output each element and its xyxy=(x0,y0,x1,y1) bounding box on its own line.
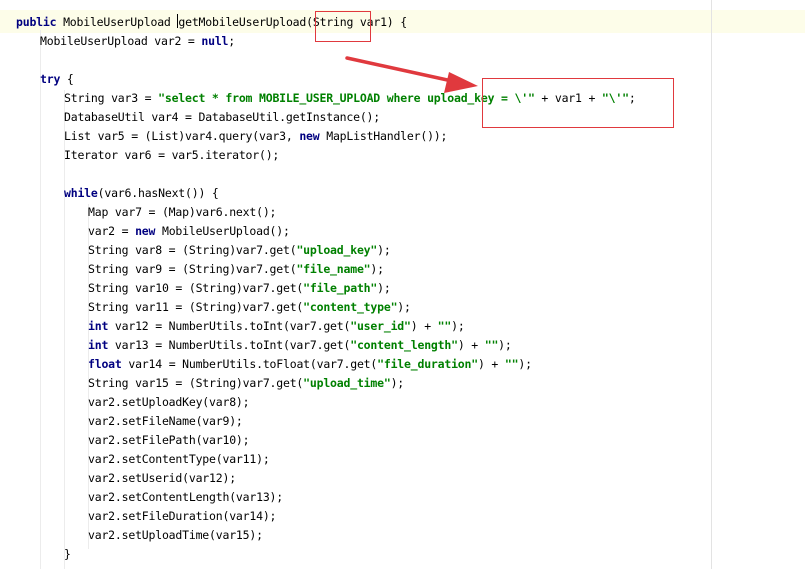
code-token: var12 = NumberUtils.toInt(var7.get( xyxy=(108,319,351,333)
code-token: ); xyxy=(451,319,465,333)
code-line[interactable]: List var5 = (List)var4.query(var3, new M… xyxy=(64,127,447,146)
keyword-token: while xyxy=(64,186,98,200)
indent-guide xyxy=(40,30,41,569)
code-token: ) + xyxy=(477,357,505,371)
code-line[interactable]: int var12 = NumberUtils.toInt(var7.get("… xyxy=(88,317,465,336)
code-line[interactable]: DatabaseUtil var4 = DatabaseUtil.getInst… xyxy=(64,108,380,127)
code-token: var2.setContentLength(var13); xyxy=(88,490,283,504)
code-token: ); xyxy=(518,357,532,371)
code-token: String var15 = (String)var7.get( xyxy=(88,376,304,390)
code-token: ) + xyxy=(410,319,438,333)
code-token: { xyxy=(60,72,74,86)
right-margin-guide xyxy=(711,0,712,569)
string-literal: "user_id" xyxy=(350,319,411,333)
code-line[interactable]: var2.setFileDuration(var14); xyxy=(88,507,276,526)
code-line[interactable]: var2.setUploadKey(var8); xyxy=(88,393,250,412)
code-line[interactable]: int var13 = NumberUtils.toInt(var7.get("… xyxy=(88,336,512,355)
code-token: String var9 = (String)var7.get( xyxy=(88,262,297,276)
code-token: ); xyxy=(498,338,512,352)
code-line[interactable]: try { xyxy=(40,70,74,89)
code-token: Map var7 = (Map)var6.next(); xyxy=(88,205,277,219)
string-literal: "" xyxy=(504,357,519,371)
code-line[interactable]: float var14 = NumberUtils.toFloat(var7.g… xyxy=(88,355,532,374)
code-token: String var8 = (String)var7.get( xyxy=(88,243,297,257)
code-token: var2 = xyxy=(88,224,136,238)
code-line[interactable]: MobileUserUpload var2 = null; xyxy=(40,32,235,51)
code-token: ); xyxy=(370,262,384,276)
code-token: String var11 = (String)var7.get( xyxy=(88,300,304,314)
code-token: var2.setUploadTime(var15); xyxy=(88,528,263,542)
string-literal: "content_length" xyxy=(350,338,458,352)
string-literal: "file_name" xyxy=(296,262,371,276)
code-token: ); xyxy=(397,300,411,314)
code-token: ) + xyxy=(457,338,485,352)
string-literal: "" xyxy=(437,319,452,333)
code-token: MobileUserUpload var2 = xyxy=(40,34,202,48)
code-line[interactable]: String var10 = (String)var7.get("file_pa… xyxy=(88,279,391,298)
keyword-token: new xyxy=(299,129,320,143)
code-line[interactable]: var2.setContentType(var11); xyxy=(88,450,270,469)
keyword-token: int xyxy=(88,338,109,352)
code-token: var13 = NumberUtils.toInt(var7.get( xyxy=(108,338,351,352)
code-line[interactable]: Map var7 = (Map)var6.next(); xyxy=(88,203,276,222)
keyword-token: float xyxy=(88,357,122,371)
code-token: List var5 = (List)var4.query(var3, xyxy=(64,129,300,143)
code-line[interactable]: var2.setFilePath(var10); xyxy=(88,431,250,450)
code-line[interactable]: var2 = new MobileUserUpload(); xyxy=(88,222,290,241)
code-line[interactable]: var2.setUploadTime(var15); xyxy=(88,526,263,545)
keyword-token: new xyxy=(135,224,156,238)
code-token: Iterator var6 = var5.iterator(); xyxy=(64,148,280,162)
code-line[interactable]: Iterator var6 = var5.iterator(); xyxy=(64,146,279,165)
code-token: var2.setUploadKey(var8); xyxy=(88,395,250,409)
keyword-token: null xyxy=(201,34,229,48)
string-literal: "upload_key" xyxy=(296,243,378,257)
code-token: var2.setFileDuration(var14); xyxy=(88,509,277,523)
code-token: DatabaseUtil var4 = DatabaseUtil.getInst… xyxy=(64,110,381,124)
code-token: var2.setUserid(var12); xyxy=(88,471,236,485)
code-token: MobileUserUpload xyxy=(56,15,178,29)
code-token: ; xyxy=(228,34,236,48)
code-line[interactable]: } xyxy=(64,545,71,564)
code-token: (var6.hasNext()) { xyxy=(97,186,219,200)
string-literal: "" xyxy=(484,338,499,352)
keyword-token: public xyxy=(16,15,57,29)
code-token: getMobileUserUpload(String var1) { xyxy=(178,15,407,29)
code-token: String var10 = (String)var7.get( xyxy=(88,281,304,295)
string-literal: "file_duration" xyxy=(377,357,478,371)
string-literal: "upload_time" xyxy=(303,376,391,390)
code-line[interactable]: String var15 = (String)var7.get("upload_… xyxy=(88,374,404,393)
code-line[interactable]: var2.setContentLength(var13); xyxy=(88,488,283,507)
code-token: var2.setFilePath(var10); xyxy=(88,433,250,447)
code-line[interactable]: String var8 = (String)var7.get("upload_k… xyxy=(88,241,391,260)
annotation-box-parameter xyxy=(315,11,371,42)
code-line[interactable]: var2.setUserid(var12); xyxy=(88,469,236,488)
code-line[interactable]: String var9 = (String)var7.get("file_nam… xyxy=(88,260,384,279)
code-token: String var3 = xyxy=(64,91,159,105)
string-literal: "content_type" xyxy=(303,300,398,314)
code-token: ); xyxy=(390,376,405,390)
code-token: } xyxy=(64,547,71,561)
code-token: ); xyxy=(377,243,391,257)
code-token: ); xyxy=(377,281,391,295)
code-token: var2.setFileName(var9); xyxy=(88,414,243,428)
keyword-token: int xyxy=(88,319,109,333)
code-token: MapListHandler()); xyxy=(319,129,448,143)
string-literal: "file_path" xyxy=(303,281,378,295)
code-line[interactable]: while(var6.hasNext()) { xyxy=(64,184,219,203)
annotation-box-concatenation xyxy=(482,78,674,128)
string-literal: "select * from MOBILE_USER_UPLOAD where … xyxy=(158,91,535,105)
code-line[interactable]: var2.setFileName(var9); xyxy=(88,412,243,431)
code-token: var2.setContentType(var11); xyxy=(88,452,270,466)
keyword-token: try xyxy=(40,72,61,86)
code-token: var14 = NumberUtils.toFloat(var7.get( xyxy=(121,357,378,371)
code-token: MobileUserUpload(); xyxy=(155,224,290,238)
code-line[interactable]: String var11 = (String)var7.get("content… xyxy=(88,298,411,317)
